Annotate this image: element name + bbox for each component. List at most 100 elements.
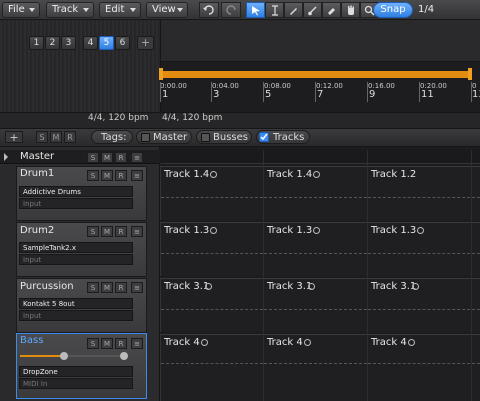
midi-notes xyxy=(161,197,263,198)
time-signature-right: 4/4, 120 bpm xyxy=(162,113,223,123)
clip[interactable]: Track 4 xyxy=(367,334,480,401)
chevron-down-icon xyxy=(29,8,35,12)
menu-track[interactable]: Track xyxy=(46,2,94,18)
chevron-down-icon xyxy=(83,8,89,12)
midi-notes xyxy=(264,309,367,310)
bar-line xyxy=(315,82,316,102)
page-button-4[interactable]: 4 xyxy=(83,36,98,50)
bar-number: 5 xyxy=(265,89,272,100)
mute-button[interactable]: M xyxy=(101,282,113,293)
menu-icon: ≡ xyxy=(134,284,140,292)
track-menu-button[interactable]: ≡ xyxy=(131,170,143,181)
menu-view-label: View xyxy=(152,4,176,15)
tag-busses-checkbox[interactable] xyxy=(201,133,210,142)
volume-slider[interactable] xyxy=(20,355,65,357)
tag-master-checkbox[interactable] xyxy=(141,133,150,142)
solo-button[interactable]: S xyxy=(87,170,99,181)
add-track-button[interactable]: + xyxy=(5,131,23,143)
record-button[interactable]: R xyxy=(115,226,127,237)
clip[interactable]: Track 1.2 xyxy=(367,166,480,220)
instrument-slot[interactable]: SampleTank2.x xyxy=(19,242,133,253)
time-signature-left: 4/4, 120 bpm xyxy=(88,113,149,123)
master-record-button[interactable]: R xyxy=(115,152,127,163)
menu-view[interactable]: View xyxy=(146,2,188,18)
record-button[interactable]: R xyxy=(115,170,127,181)
arrow-tool-icon xyxy=(251,5,260,15)
track-menu-button[interactable]: ≡ xyxy=(131,226,143,237)
master-solo-button[interactable]: S xyxy=(87,152,99,163)
record-button[interactable]: R xyxy=(115,282,127,293)
volume-knob[interactable] xyxy=(60,352,68,360)
redo-button[interactable] xyxy=(221,2,241,18)
input-slot[interactable]: Input xyxy=(19,310,133,321)
page-button-2[interactable]: 2 xyxy=(45,36,60,50)
add-page-button[interactable]: + xyxy=(137,36,154,50)
chevron-down-icon xyxy=(130,8,136,12)
clip[interactable]: Track 3.1 xyxy=(367,278,480,332)
expand-triangle-icon[interactable] xyxy=(4,153,8,161)
track-margin xyxy=(0,334,16,401)
bar-line xyxy=(367,82,368,102)
track-name: Purcussion xyxy=(20,281,74,292)
bar-line xyxy=(419,82,420,102)
track-margin xyxy=(0,278,16,333)
brush-tool-button[interactable] xyxy=(303,2,322,18)
mute-button[interactable]: M xyxy=(101,226,113,237)
plus-icon: + xyxy=(9,131,19,144)
pan-slider[interactable] xyxy=(68,355,128,357)
midi-notes xyxy=(264,253,367,254)
master-mute-button[interactable]: M xyxy=(101,152,113,163)
mute-button[interactable]: M xyxy=(101,338,113,349)
page-button-6[interactable]: 6 xyxy=(115,36,130,50)
clip[interactable]: Track 4 xyxy=(263,334,367,401)
solo-button[interactable]: S xyxy=(87,338,99,349)
checkmark-icon xyxy=(260,133,268,141)
track-menu-button[interactable]: ≡ xyxy=(131,282,143,293)
global-mute-button[interactable]: M xyxy=(50,131,62,143)
menu-edit-label: Edit xyxy=(105,4,125,15)
input-slot[interactable]: MIDI In xyxy=(19,378,133,389)
overview-area xyxy=(160,20,480,62)
menu-edit[interactable]: Edit xyxy=(99,2,141,18)
menu-icon: ≡ xyxy=(134,154,140,162)
input-slot[interactable]: Input xyxy=(19,198,133,209)
clip[interactable]: Track 4 xyxy=(160,334,263,401)
input-slot[interactable]: Input xyxy=(19,254,133,265)
record-button[interactable]: R xyxy=(115,338,127,349)
chevron-down-icon xyxy=(177,8,183,12)
solo-button[interactable]: S xyxy=(87,282,99,293)
loop-start-handle[interactable] xyxy=(159,68,163,80)
global-record-button[interactable]: R xyxy=(64,131,76,143)
global-solo-button[interactable]: S xyxy=(36,131,48,143)
loop-region[interactable] xyxy=(160,71,471,78)
instrument-slot[interactable]: DropZone xyxy=(19,366,133,377)
page-button-3[interactable]: 3 xyxy=(61,36,76,50)
hand-tool-button[interactable] xyxy=(341,2,360,18)
pan-knob[interactable] xyxy=(120,352,128,360)
text-tool-button[interactable] xyxy=(265,2,284,18)
master-menu-button[interactable]: ≡ xyxy=(131,152,143,163)
pencil-tool-button[interactable] xyxy=(284,2,303,18)
clip-name: Track 1.3 xyxy=(164,225,210,236)
page-button-1[interactable]: 1 xyxy=(29,36,44,50)
midi-notes xyxy=(264,197,367,198)
clip[interactable]: Track 3.1 xyxy=(263,278,367,332)
loop-clip-icon xyxy=(210,227,217,234)
undo-button[interactable] xyxy=(199,2,219,18)
arrow-tool-button[interactable] xyxy=(246,2,265,18)
eraser-tool-button[interactable] xyxy=(322,2,341,18)
loop-end-handle[interactable] xyxy=(468,68,472,80)
menu-icon: ≡ xyxy=(134,340,140,348)
mute-button[interactable]: M xyxy=(101,170,113,181)
solo-button[interactable]: S xyxy=(87,226,99,237)
loop-clip-icon xyxy=(304,339,311,346)
tag-tracks-checkbox[interactable] xyxy=(259,132,269,142)
clip-name: Track 1.2 xyxy=(371,169,417,180)
page-button-5[interactable]: 5 xyxy=(99,36,114,50)
grid-value-selector[interactable]: 1/4 xyxy=(418,2,434,18)
track-menu-button[interactable]: ≡ xyxy=(131,338,143,349)
instrument-slot[interactable]: Kontakt 5 8out xyxy=(19,298,133,309)
instrument-slot[interactable]: Addictive Drums xyxy=(19,186,133,197)
menu-file[interactable]: File xyxy=(2,2,40,18)
snap-toggle[interactable]: Snap xyxy=(373,2,413,18)
